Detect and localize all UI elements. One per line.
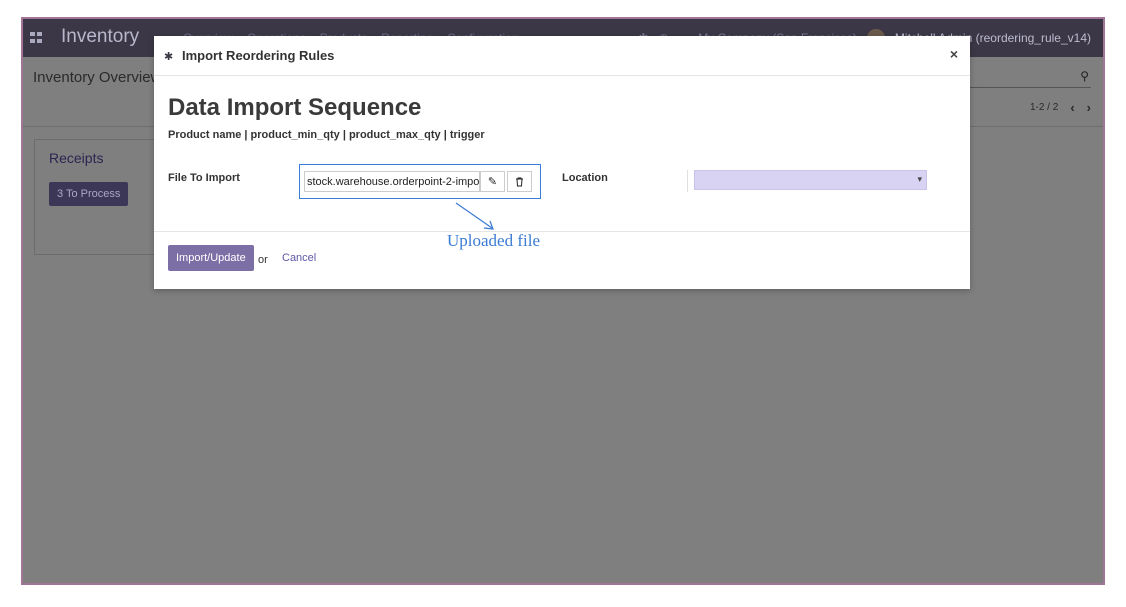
cancel-button[interactable]: Cancel [282, 252, 316, 264]
search-input[interactable]: ⚲ [961, 67, 1091, 88]
import-update-button[interactable]: Import/Update [168, 245, 254, 271]
divider [154, 231, 970, 232]
close-icon[interactable]: × [950, 46, 958, 62]
kanban-card-receipts: Receipts 3 To Process [34, 139, 164, 255]
clear-file-button[interactable] [507, 171, 532, 192]
chevron-right-icon[interactable]: › [1087, 100, 1091, 115]
app-name[interactable]: Inventory [61, 26, 139, 48]
fields-sequence: Product name | product_min_qty | product… [168, 129, 485, 141]
edit-file-button[interactable]: ✎ [480, 171, 505, 192]
annotation-label: Uploaded file [447, 231, 540, 250]
page-title: Data Import Sequence [168, 94, 422, 121]
file-to-import-label: File To Import [168, 172, 240, 184]
chevron-left-icon[interactable]: ‹ [1070, 100, 1074, 115]
pager: 1-2 / 2 ‹ › [1030, 100, 1091, 115]
divider [687, 170, 688, 192]
pencil-icon: ✎ [487, 176, 498, 188]
pager-value[interactable]: 1-2 / 2 [1030, 102, 1058, 113]
annotation-arrow [455, 202, 494, 230]
import-dialog: ✱ Import Reordering Rules × Data Import … [154, 36, 970, 289]
breadcrumb: Inventory Overview [33, 69, 162, 86]
bug-icon: ✱ [164, 51, 174, 63]
dialog-header: ✱ Import Reordering Rules × [154, 36, 970, 76]
to-process-button[interactable]: 3 To Process [49, 182, 129, 206]
location-select[interactable]: ▾ [694, 170, 927, 190]
file-name-field[interactable]: stock.warehouse.orderpoint-2-import [304, 171, 480, 192]
caret-down-icon: ▾ [917, 174, 922, 184]
dialog-title: Import Reordering Rules [182, 48, 335, 63]
search-icon[interactable]: ⚲ [1080, 69, 1089, 83]
or-text: or [258, 254, 268, 266]
file-upload-widget: stock.warehouse.orderpoint-2-import ✎ [299, 164, 541, 199]
trash-icon [516, 177, 523, 186]
apps-menu-icon[interactable] [30, 32, 42, 43]
location-label: Location [562, 172, 608, 184]
card-title[interactable]: Receipts [49, 150, 103, 166]
